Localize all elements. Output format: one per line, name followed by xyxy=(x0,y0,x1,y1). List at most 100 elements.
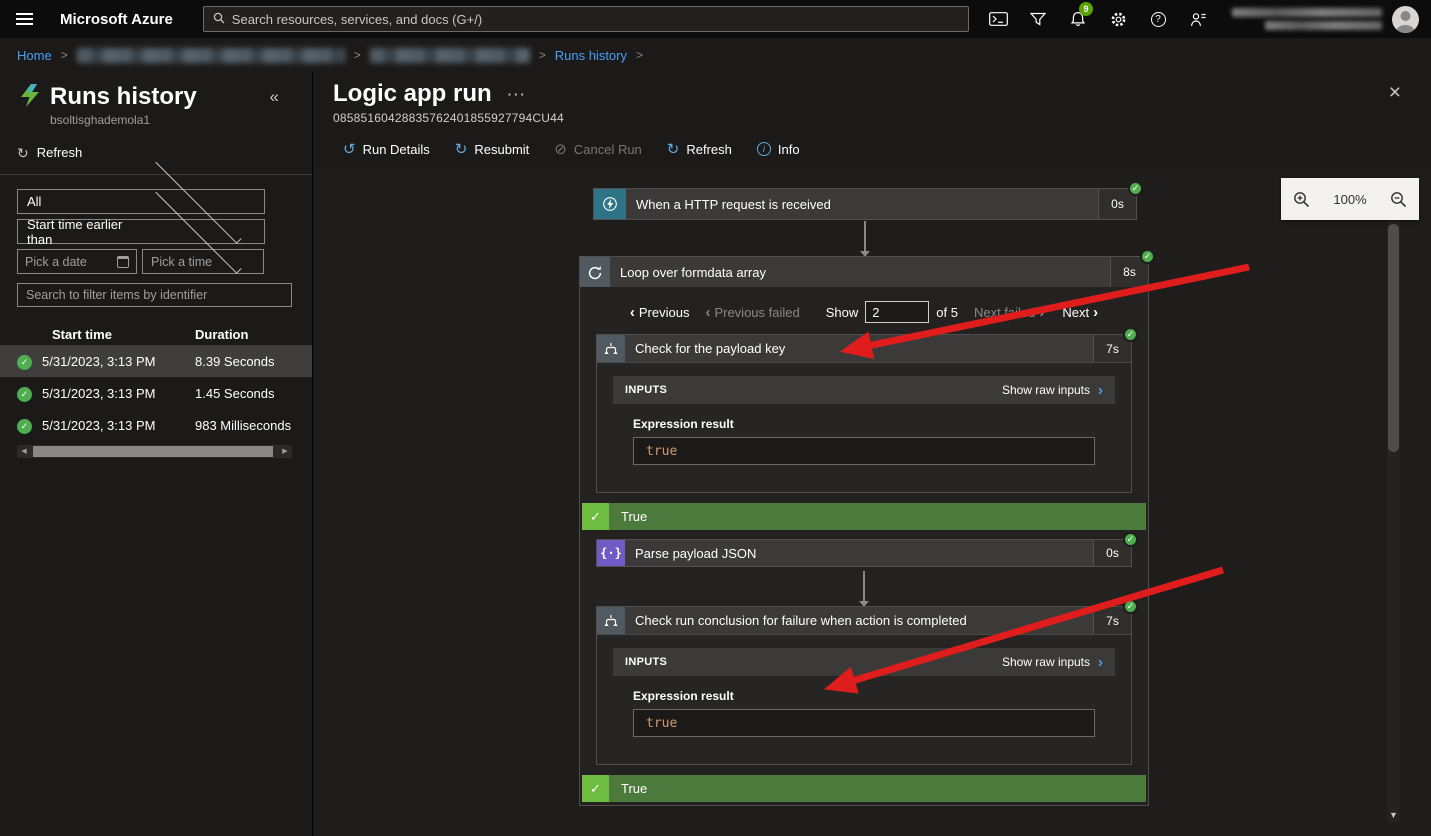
page-number-input[interactable] xyxy=(865,301,929,323)
breadcrumb-home[interactable]: Home xyxy=(17,48,52,63)
chevron-left-icon: ‹ xyxy=(630,304,635,321)
show-raw-inputs-link[interactable]: Show raw inputs › xyxy=(1002,654,1103,671)
refresh-runs-button[interactable]: ↻ Refresh xyxy=(17,145,82,160)
more-menu-icon[interactable]: ··· xyxy=(508,87,527,102)
true-branch-bar[interactable]: ✓ True xyxy=(582,503,1146,530)
notifications-icon[interactable]: 9 xyxy=(1058,0,1098,38)
zoom-in-icon[interactable] xyxy=(1293,191,1310,208)
connector-arrow xyxy=(863,571,865,601)
scroll-down-icon[interactable]: ▼ xyxy=(1387,810,1400,820)
zoom-out-icon[interactable] xyxy=(1390,191,1407,208)
column-duration[interactable]: Duration xyxy=(195,327,248,342)
success-icon: ✓ xyxy=(1123,327,1138,342)
azure-brand[interactable]: Microsoft Azure xyxy=(60,11,173,28)
run-identifier: 08585160428835762401855927794CU44 xyxy=(333,111,1431,125)
logic-app-name: bsoltisghademola1 xyxy=(50,113,312,127)
account-tenant-redacted xyxy=(1265,21,1382,30)
scroll-right-icon[interactable]: ▶ xyxy=(278,445,292,458)
parse-json-icon: {·} xyxy=(597,540,625,566)
resubmit-button[interactable]: ↻ Resubmit xyxy=(455,142,530,157)
inputs-section-header: INPUTS Show raw inputs › xyxy=(613,648,1115,676)
history-icon: ↺ xyxy=(343,142,356,157)
command-bar: ↺ Run Details ↻ Resubmit ⊘ Cancel Run ↻ … xyxy=(314,132,1431,166)
chevron-right-icon: › xyxy=(1098,382,1103,399)
resubmit-icon: ↻ xyxy=(455,142,468,157)
refresh-icon: ↻ xyxy=(667,142,680,157)
cloud-shell-icon[interactable] xyxy=(978,0,1018,38)
calendar-icon[interactable] xyxy=(117,256,129,268)
filter-search-input[interactable] xyxy=(17,283,292,307)
breadcrumb-runs-history[interactable]: Runs history xyxy=(555,48,627,63)
next-failed-button[interactable]: Next failed › xyxy=(974,304,1048,321)
status-filter-dropdown[interactable]: All xyxy=(17,189,265,214)
condition-card-check-run-conclusion[interactable]: Check run conclusion for failure when ac… xyxy=(596,606,1132,765)
table-row[interactable]: ✓ 5/31/2023, 3:13 PM 1.45 Seconds xyxy=(0,377,312,409)
pick-date-field[interactable] xyxy=(17,249,137,274)
success-check-icon: ✓ xyxy=(582,775,609,802)
top-bar-actions: 9 ? xyxy=(978,0,1218,38)
breadcrumb-separator: > xyxy=(636,48,643,62)
true-branch-bar[interactable]: ✓ True xyxy=(582,775,1146,802)
account-info-redacted[interactable] xyxy=(1232,8,1382,30)
feedback-icon[interactable] xyxy=(1178,0,1218,38)
settings-gear-icon[interactable] xyxy=(1098,0,1138,38)
chevron-right-icon: › xyxy=(1039,304,1044,321)
for-each-scope[interactable]: Loop over formdata array 8s ✓ ‹ Previous… xyxy=(579,256,1149,806)
next-button[interactable]: Next › xyxy=(1062,304,1102,321)
table-row[interactable]: ✓ 5/31/2023, 3:13 PM 983 Milliseconds xyxy=(0,409,312,441)
breadcrumb: Home > > > Runs history > xyxy=(0,38,1431,72)
close-icon[interactable]: × xyxy=(1389,82,1401,103)
trigger-card-http-request[interactable]: When a HTTP request is received 0s ✓ xyxy=(593,188,1137,220)
table-row[interactable]: ✓ 5/31/2023, 3:13 PM 8.39 Seconds xyxy=(0,345,312,377)
global-search-input[interactable] xyxy=(232,12,959,27)
refresh-run-button[interactable]: ↻ Refresh xyxy=(667,142,732,157)
inputs-section-header: INPUTS Show raw inputs › xyxy=(613,376,1115,404)
condition-card-check-payload-key[interactable]: Check for the payload key 7s ✓ INPUTS Sh… xyxy=(596,334,1132,493)
for-each-header[interactable]: Loop over formdata array 8s ✓ xyxy=(580,257,1148,287)
info-button[interactable]: i Info xyxy=(757,142,800,157)
previous-button[interactable]: ‹ Previous xyxy=(626,304,690,321)
parse-json-card[interactable]: {·} Parse payload JSON 0s ✓ xyxy=(596,539,1132,567)
breadcrumb-separator: > xyxy=(539,48,546,62)
show-raw-inputs-link[interactable]: Show raw inputs › xyxy=(1002,382,1103,399)
zoom-level: 100% xyxy=(1333,192,1366,207)
expression-result-value[interactable]: true xyxy=(633,709,1095,737)
pick-date-input[interactable] xyxy=(25,255,117,269)
azure-top-bar: Microsoft Azure 9 ? xyxy=(0,0,1431,38)
condition-icon xyxy=(597,607,625,634)
success-icon: ✓ xyxy=(1140,249,1155,264)
info-icon: i xyxy=(757,142,771,156)
logic-app-icon xyxy=(17,82,43,111)
directory-filter-icon[interactable] xyxy=(1018,0,1058,38)
column-start-time[interactable]: Start time xyxy=(52,327,195,342)
run-details-button[interactable]: ↺ Run Details xyxy=(343,142,430,157)
loop-pagination: ‹ Previous ‹ Previous failed Show of 5 N… xyxy=(580,299,1148,325)
previous-failed-button[interactable]: ‹ Previous failed xyxy=(701,304,799,321)
expression-result-value[interactable]: true xyxy=(633,437,1095,465)
of-total-label: of 5 xyxy=(936,305,958,320)
help-icon[interactable]: ? xyxy=(1138,0,1178,38)
vertical-scrollbar[interactable]: ▼ xyxy=(1387,214,1400,822)
hamburger-menu-icon[interactable] xyxy=(0,0,48,38)
scrollbar-thumb[interactable] xyxy=(1388,224,1399,452)
success-icon: ✓ xyxy=(1123,532,1138,547)
breadcrumb-separator: > xyxy=(354,48,361,62)
refresh-icon: ↻ xyxy=(17,146,29,160)
cancel-run-button: ⊘ Cancel Run xyxy=(554,142,642,157)
breadcrumb-item-redacted[interactable] xyxy=(370,48,530,63)
chevron-right-icon: › xyxy=(1093,304,1098,321)
azure-portal-window: Microsoft Azure 9 ? xyxy=(0,0,1431,836)
horizontal-scrollbar[interactable]: ◀ ▶ xyxy=(17,444,292,458)
breadcrumb-item-redacted[interactable] xyxy=(77,48,345,63)
scrollbar-thumb[interactable] xyxy=(33,446,273,457)
designer-canvas[interactable]: When a HTTP request is received 0s ✓ Loo… xyxy=(314,168,1431,836)
collapse-panel-button[interactable]: « xyxy=(270,87,279,107)
cancel-icon: ⊘ xyxy=(554,142,567,157)
avatar[interactable] xyxy=(1392,6,1419,33)
logic-app-run-pane: Logic app run ··· 0858516042883576240185… xyxy=(314,72,1431,836)
expression-result-label: Expression result xyxy=(633,417,1095,431)
pick-time-input[interactable] xyxy=(142,249,264,274)
panel-title: Runs history xyxy=(50,83,270,111)
scroll-left-icon[interactable]: ◀ xyxy=(17,445,31,458)
global-search[interactable] xyxy=(203,6,969,32)
